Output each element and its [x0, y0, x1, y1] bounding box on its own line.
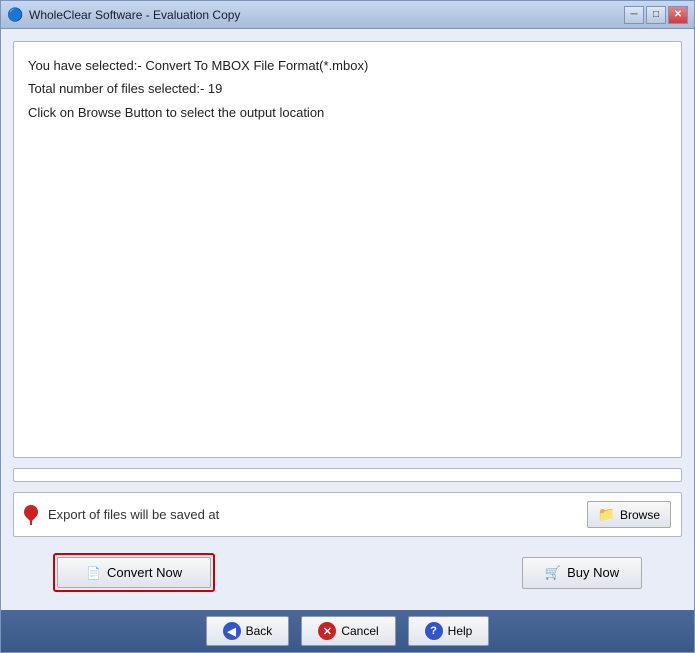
- info-line-2: Total number of files selected:- 19: [28, 77, 667, 100]
- window-title: WholeClear Software - Evaluation Copy: [29, 8, 624, 22]
- convert-button-label: Convert Now: [107, 565, 182, 580]
- window-controls: ─ □ ✕: [624, 6, 688, 24]
- back-button-label: Back: [246, 624, 273, 638]
- cart-icon: 🛒: [545, 565, 561, 581]
- app-icon: 🔵: [7, 7, 23, 23]
- main-window: 🔵 WholeClear Software - Evaluation Copy …: [0, 0, 695, 653]
- minimize-button[interactable]: ─: [624, 6, 644, 24]
- folder-icon: 📁: [598, 506, 615, 523]
- title-bar: 🔵 WholeClear Software - Evaluation Copy …: [1, 1, 694, 29]
- buy-now-button[interactable]: 🛒 Buy Now: [522, 557, 642, 589]
- cancel-icon: ✕: [318, 622, 336, 640]
- convert-button-wrapper: 📄 Convert Now: [53, 553, 215, 592]
- export-section: Export of files will be saved at 📁 Brows…: [13, 492, 682, 537]
- help-icon: ?: [425, 622, 443, 640]
- location-pin-icon: [24, 505, 38, 525]
- export-label: Export of files will be saved at: [48, 507, 577, 522]
- back-icon: ◀: [223, 622, 241, 640]
- help-button[interactable]: ? Help: [408, 616, 490, 646]
- buy-button-label: Buy Now: [567, 565, 619, 580]
- info-box: You have selected:- Convert To MBOX File…: [13, 41, 682, 458]
- close-button[interactable]: ✕: [668, 6, 688, 24]
- progress-bar-container: [13, 468, 682, 482]
- action-section: 📄 Convert Now 🛒 Buy Now: [13, 547, 682, 598]
- bottom-bar: ◀ Back ✕ Cancel ? Help: [1, 610, 694, 652]
- maximize-button[interactable]: □: [646, 6, 666, 24]
- convert-now-button[interactable]: 📄 Convert Now: [57, 557, 211, 588]
- back-button[interactable]: ◀ Back: [206, 616, 290, 646]
- help-button-label: Help: [448, 624, 473, 638]
- window-content: You have selected:- Convert To MBOX File…: [1, 29, 694, 610]
- browse-button[interactable]: 📁 Browse: [587, 501, 671, 528]
- cancel-button[interactable]: ✕ Cancel: [301, 616, 395, 646]
- cancel-button-label: Cancel: [341, 624, 378, 638]
- progress-section: [13, 468, 682, 482]
- info-line-1: You have selected:- Convert To MBOX File…: [28, 54, 667, 77]
- browse-button-label: Browse: [620, 508, 660, 522]
- info-line-3: Click on Browse Button to select the out…: [28, 101, 667, 124]
- convert-icon: 📄: [86, 566, 101, 580]
